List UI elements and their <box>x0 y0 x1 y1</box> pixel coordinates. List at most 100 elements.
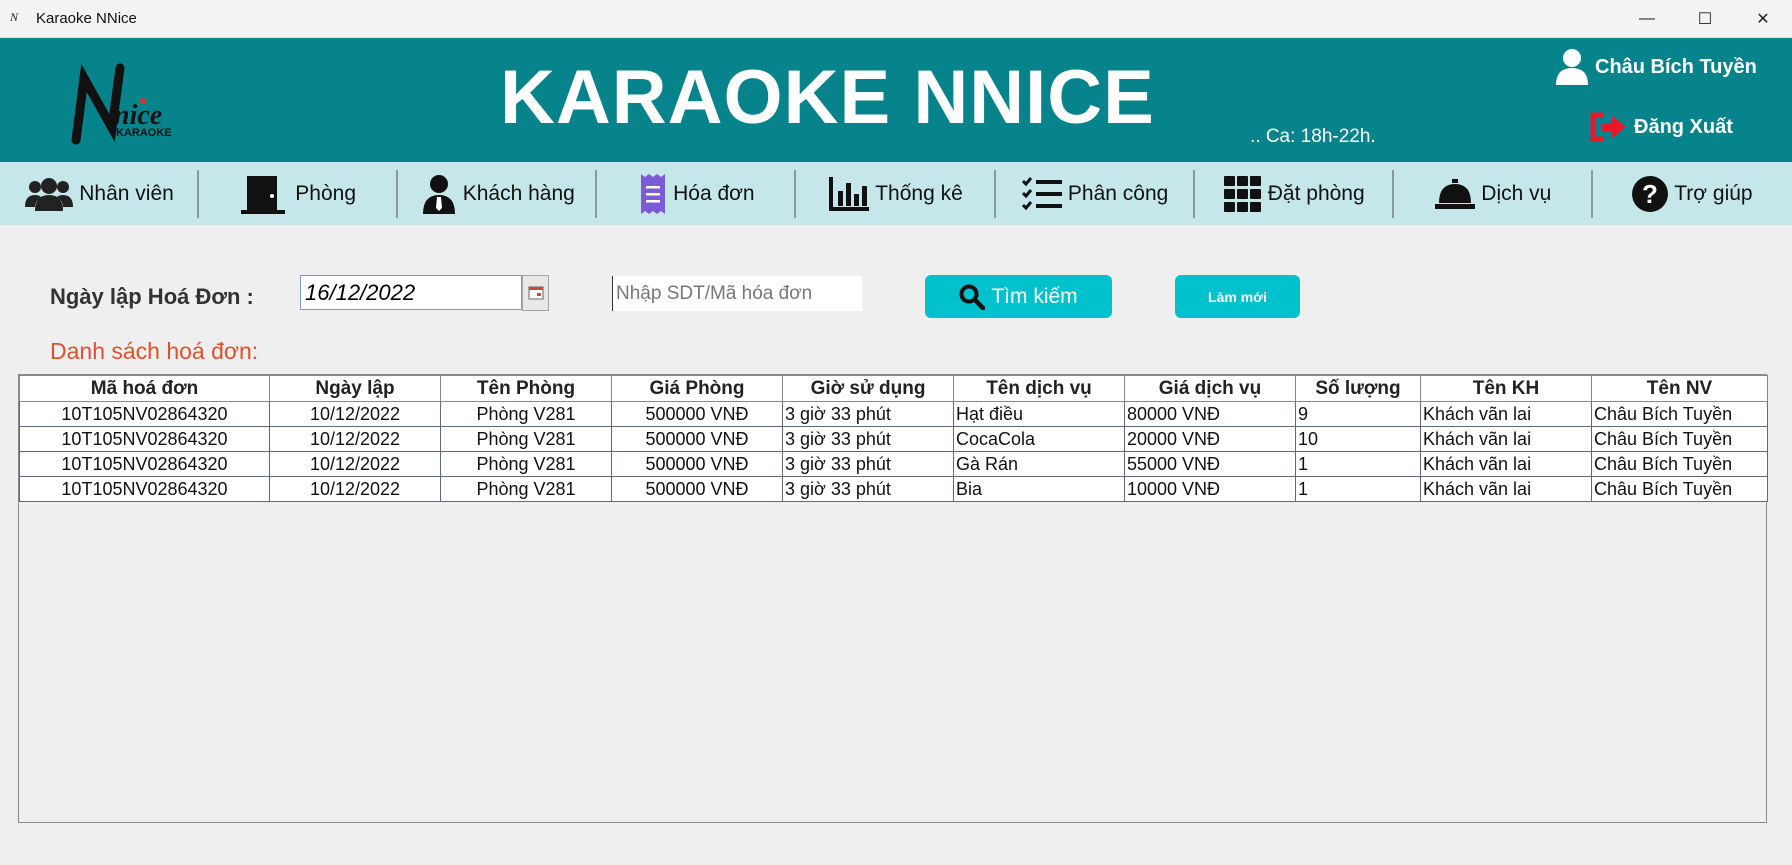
column-header[interactable]: Tên KH <box>1420 375 1592 402</box>
column-header[interactable]: Giá dịch vụ <box>1124 375 1296 402</box>
search-button-label: Tìm kiếm <box>991 284 1078 308</box>
table-cell: 500000 VNĐ <box>611 401 783 427</box>
table-cell: Phòng V281 <box>440 451 612 477</box>
table-cell: 10/12/2022 <box>269 476 441 502</box>
table-cell: CocaCola <box>953 426 1125 452</box>
help-icon: ? <box>1632 175 1669 212</box>
table-cell: 80000 VNĐ <box>1124 401 1296 427</box>
table-cell: 10T105NV02864320 <box>19 451 270 477</box>
nav-label: Thống kê <box>875 181 963 205</box>
nnice-logo: nice KARAOKE <box>71 63 172 145</box>
table-cell: Khách vãn lai <box>1420 476 1592 502</box>
svg-text:?: ? <box>1642 179 1658 209</box>
nav-item-thong-ke[interactable]: Thống kê <box>796 162 996 225</box>
table-cell: Bia <box>953 476 1125 502</box>
column-header[interactable]: Số lượng <box>1295 375 1421 402</box>
window-titlebar: N Karaoke NNice — ☐ ✕ <box>0 0 1792 38</box>
calendar-button[interactable] <box>522 275 549 311</box>
table-cell: 500000 VNĐ <box>611 476 783 502</box>
table-cell: 1 <box>1295 451 1421 477</box>
column-header[interactable]: Giá Phòng <box>611 375 783 402</box>
column-header[interactable]: Tên dịch vụ <box>953 375 1125 402</box>
table-cell: Hạt điều <box>953 401 1125 427</box>
table-cell: 500000 VNĐ <box>611 426 783 452</box>
logout-label: Đăng Xuất <box>1634 115 1733 138</box>
refresh-button[interactable]: Làm mới <box>1175 275 1300 318</box>
invoice-table-container[interactable]: Mã hoá đơn Ngày lập Tên Phòng Giá Phòng … <box>18 374 1768 823</box>
table-cell: Khách vãn lai <box>1420 451 1592 477</box>
invoice-list-title: Danh sách hoá đơn: <box>50 338 259 364</box>
nav-item-dat-phong[interactable]: Đặt phòng <box>1195 162 1394 225</box>
nav-item-phan-cong[interactable]: Phân công <box>996 162 1195 225</box>
nav-label: Trợ giúp <box>1674 181 1753 205</box>
column-header[interactable]: Giờ sử dụng <box>782 375 954 402</box>
table-cell: 20000 VNĐ <box>1124 426 1296 452</box>
column-header[interactable]: Mã hoá đơn <box>19 375 270 402</box>
table-cell: 10 <box>1295 426 1421 452</box>
table-cell: 10T105NV02864320 <box>19 426 270 452</box>
nav-label: Dịch vụ <box>1481 181 1552 205</box>
table-cell: Phòng V281 <box>440 401 612 427</box>
app-header: nice KARAOKE KARAOKE NNICE Châu Bích Tuy… <box>0 38 1792 162</box>
chart-icon <box>829 176 870 211</box>
table-cell: 3 giờ 33 phút <box>782 426 954 452</box>
table-cell: Khách vãn lai <box>1420 426 1592 452</box>
table-cell: 10/12/2022 <box>269 451 441 477</box>
table-cell: Châu Bích Tuyền <box>1591 401 1768 427</box>
grid-icon <box>1223 175 1261 212</box>
nav-label: Phân công <box>1067 181 1169 205</box>
nav-item-tro-giup[interactable]: ? Trợ giúp <box>1593 162 1792 225</box>
table-row[interactable]: 10T105NV02864320 10/12/2022 Phòng V281 5… <box>19 476 1768 502</box>
main-nav: Nhân viên Phòng Khách hàng Hóa đơn Thống… <box>0 162 1792 225</box>
close-icon[interactable]: ✕ <box>1734 0 1792 38</box>
window-title: Karaoke NNice <box>36 10 137 27</box>
search-icon <box>959 284 986 310</box>
table-cell: Khách vãn lai <box>1420 401 1592 427</box>
users-icon <box>25 177 74 211</box>
table-cell: 10/12/2022 <box>269 401 441 427</box>
search-input[interactable]: Nhập SDT/Mã hóa đơn <box>612 276 862 311</box>
nav-label: Hóa đơn <box>673 181 755 205</box>
logout-button[interactable]: Đăng Xuất <box>1590 112 1733 142</box>
window-controls: — ☐ ✕ <box>1618 0 1792 38</box>
svg-text:KARAOKE: KARAOKE <box>116 127 172 139</box>
customer-icon <box>422 174 455 214</box>
table-cell: 3 giờ 33 phút <box>782 401 954 427</box>
nav-item-phong[interactable]: Phòng <box>199 162 399 225</box>
table-cell: Châu Bích Tuyền <box>1591 451 1768 477</box>
nav-label: Phòng <box>295 181 357 205</box>
date-field[interactable]: 16/12/2022 <box>300 275 522 310</box>
nav-label: Nhân viên <box>79 181 174 205</box>
checklist-icon <box>1021 176 1062 210</box>
nav-label: Đặt phòng <box>1267 181 1365 205</box>
table-row[interactable]: 10T105NV02864320 10/12/2022 Phòng V281 5… <box>19 401 1768 427</box>
column-header[interactable]: Ngày lập <box>269 375 441 402</box>
table-cell: 10/12/2022 <box>269 426 441 452</box>
app-icon: N <box>10 9 19 24</box>
nav-item-khach-hang[interactable]: Khách hàng <box>398 162 598 225</box>
invoice-table: Mã hoá đơn Ngày lập Tên Phòng Giá Phòng … <box>19 375 1768 502</box>
table-cell: 9 <box>1295 401 1421 427</box>
table-row[interactable]: 10T105NV02864320 10/12/2022 Phòng V281 5… <box>19 451 1768 477</box>
nav-item-hoa-don[interactable]: Hóa đơn <box>597 162 797 225</box>
table-cell: Châu Bích Tuyền <box>1591 426 1768 452</box>
nav-label: Khách hàng <box>462 181 575 205</box>
column-header[interactable]: Tên NV <box>1591 375 1768 402</box>
table-cell: Châu Bích Tuyền <box>1591 476 1768 502</box>
calendar-icon <box>528 286 543 300</box>
table-cell: 10T105NV02864320 <box>19 401 270 427</box>
table-cell: 10000 VNĐ <box>1124 476 1296 502</box>
nav-item-dich-vu[interactable]: Dịch vụ <box>1394 162 1593 225</box>
service-bell-icon <box>1435 178 1476 209</box>
nav-item-nhan-vien[interactable]: Nhân viên <box>0 162 200 225</box>
table-cell: 55000 VNĐ <box>1124 451 1296 477</box>
table-cell: Phòng V281 <box>440 426 612 452</box>
search-button[interactable]: Tìm kiếm <box>925 275 1112 318</box>
column-header[interactable]: Tên Phòng <box>440 375 612 402</box>
door-icon <box>241 175 286 214</box>
logout-icon <box>1590 112 1626 142</box>
minimize-icon[interactable]: — <box>1618 0 1676 38</box>
table-cell: 500000 VNĐ <box>611 451 783 477</box>
maximize-icon[interactable]: ☐ <box>1676 0 1734 38</box>
table-row[interactable]: 10T105NV02864320 10/12/2022 Phòng V281 5… <box>19 426 1768 452</box>
